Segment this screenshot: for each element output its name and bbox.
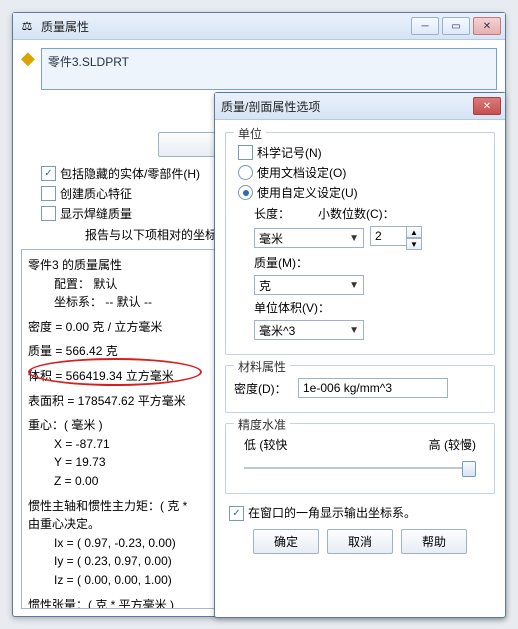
precision-low-label: 低 (较快 [244, 436, 287, 453]
spin-up-button[interactable]: ▲ [406, 226, 422, 238]
dialog-body: 单位 科学记号(N) 使用文档设定(O) 使用自定义设定(U) 长度： 小数位数… [215, 120, 505, 617]
slider-track [244, 467, 476, 469]
decimal-spinner[interactable]: 2 ▲ ▼ [370, 226, 422, 250]
ok-button[interactable]: 确定 [253, 529, 319, 554]
sci-notation-row[interactable]: 科学记号(N) [238, 144, 486, 161]
use-custom-radio[interactable] [238, 185, 253, 200]
balance-icon: ⚖ [19, 18, 35, 34]
help-button[interactable]: 帮助 [401, 529, 467, 554]
window-title: 质量属性 [41, 18, 405, 35]
mass-unit-value: 克 [259, 277, 271, 294]
spin-down-button[interactable]: ▼ [406, 238, 422, 250]
sci-notation-checkbox[interactable] [238, 145, 253, 160]
length-unit-value: 毫米 [259, 230, 283, 247]
titlebar: ⚖ 质量属性 ─ ▭ ✕ [13, 13, 505, 40]
precision-slider[interactable] [244, 459, 476, 477]
dialog-titlebar: 质量/剖面属性选项 ✕ [215, 93, 505, 120]
minimize-button[interactable]: ─ [411, 17, 439, 35]
precision-high-label: 高 (较慢) [429, 436, 476, 453]
chevron-down-icon: ▼ [349, 233, 359, 244]
part-name: 零件3.SLDPRT [48, 55, 129, 69]
chevron-down-icon: ▼ [349, 325, 359, 336]
precision-group: 精度水准 低 (较快 高 (较慢) [225, 423, 495, 494]
units-group: 单位 科学记号(N) 使用文档设定(O) 使用自定义设定(U) 长度： 小数位数… [225, 132, 495, 355]
options-dialog: 质量/剖面属性选项 ✕ 单位 科学记号(N) 使用文档设定(O) 使用自定义设定… [214, 92, 506, 618]
part-name-field[interactable]: 零件3.SLDPRT [41, 48, 497, 90]
sci-notation-label: 科学记号(N) [257, 144, 322, 161]
unit-volume-label: 单位体积(V)： [254, 299, 330, 316]
create-com-label: 创建质心特征 [60, 185, 132, 202]
show-cs-checkbox[interactable] [229, 506, 244, 521]
use-custom-row[interactable]: 使用自定义设定(U) [238, 184, 486, 201]
use-doc-row[interactable]: 使用文档设定(O) [238, 164, 486, 181]
chevron-down-icon: ▼ [349, 280, 359, 291]
show-cs-row[interactable]: 在窗口的一角显示输出坐标系。 [229, 504, 495, 521]
cancel-button[interactable]: 取消 [327, 529, 393, 554]
length-label: 长度： [254, 205, 312, 222]
maximize-button[interactable]: ▭ [442, 17, 470, 35]
mass-label: 质量(M)： [254, 254, 308, 271]
density-label: 密度(D)： [234, 380, 292, 397]
include-hidden-checkbox[interactable] [41, 166, 56, 181]
dialog-buttons: 确定 取消 帮助 [225, 529, 495, 554]
dialog-title: 质量/剖面属性选项 [221, 98, 467, 115]
use-doc-radio[interactable] [238, 165, 253, 180]
length-unit-combo[interactable]: 毫米 ▼ [254, 228, 364, 248]
dialog-close-button[interactable]: ✕ [473, 97, 501, 115]
dialog-controls: ✕ [473, 97, 501, 115]
create-com-checkbox[interactable] [41, 186, 56, 201]
part-icon: ◆ [21, 48, 35, 69]
show-weld-label: 显示焊缝质量 [60, 205, 132, 222]
show-weld-checkbox[interactable] [41, 206, 56, 221]
units-group-label: 单位 [234, 125, 266, 142]
density-field[interactable]: 1e-006 kg/mm^3 [298, 378, 448, 398]
material-group: 材料属性 密度(D)： 1e-006 kg/mm^3 [225, 365, 495, 413]
include-hidden-label: 包括隐藏的实体/零部件(H) [60, 165, 200, 182]
precision-labels: 低 (较快 高 (较慢) [244, 436, 476, 453]
use-custom-label: 使用自定义设定(U) [257, 184, 358, 201]
slider-thumb[interactable] [462, 461, 476, 477]
mass-unit-combo[interactable]: 克 ▼ [254, 275, 364, 295]
decimal-value: 2 [375, 229, 382, 243]
close-button[interactable]: ✕ [473, 17, 501, 35]
show-cs-label: 在窗口的一角显示输出坐标系。 [248, 504, 416, 521]
unit-volume-combo[interactable]: 毫米^3 ▼ [254, 320, 364, 340]
use-doc-label: 使用文档设定(O) [257, 164, 346, 181]
window-controls: ─ ▭ ✕ [411, 17, 501, 35]
decimal-label: 小数位数(C)： [318, 205, 486, 222]
material-group-label: 材料属性 [234, 358, 290, 375]
density-value: 1e-006 kg/mm^3 [303, 381, 392, 395]
unit-volume-value: 毫米^3 [259, 322, 295, 339]
precision-group-label: 精度水准 [234, 416, 290, 433]
